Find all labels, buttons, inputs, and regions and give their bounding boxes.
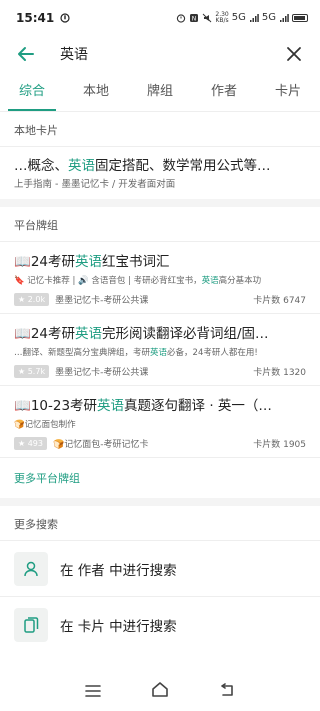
cards-icon — [24, 616, 39, 633]
alarm-icon — [177, 14, 186, 23]
clear-button[interactable] — [282, 42, 306, 66]
back-button[interactable] — [14, 42, 38, 66]
search-in-cards-row[interactable]: 在 卡片 中进行搜索 — [0, 596, 320, 652]
section-divider — [0, 199, 320, 207]
more-search-title: 更多搜索 — [14, 518, 58, 531]
local-card-title: …概念、英语固定搭配、数学常用公式等… — [14, 158, 271, 174]
star-badge: ★ 2.0k — [14, 292, 50, 306]
home-icon — [152, 682, 168, 697]
book-icon: 📖 — [14, 254, 31, 270]
tab-cards[interactable]: 卡片 — [256, 72, 320, 111]
search-in-cards-label: 在 卡片 中进行搜索 — [60, 618, 177, 635]
back-nav-button[interactable] — [219, 682, 235, 701]
recent-apps-button[interactable] — [85, 682, 101, 701]
platform-decks-section-title: 平台牌组 — [14, 219, 58, 232]
deck-card-count: 卡片数 6747 — [253, 295, 306, 306]
search-in-authors-label: 在 作者 中进行搜索 — [60, 562, 177, 579]
deck-card-count: 卡片数 1320 — [253, 367, 306, 378]
deck-item[interactable]: 📖24考研英语完形阅读翻译必背词组/固… …翻译、新题型高分宝典牌组，考研英语必… — [0, 313, 320, 385]
battery-icon — [292, 14, 308, 22]
signal-bars-icon — [249, 14, 259, 22]
close-icon — [287, 47, 301, 61]
system-nav-bar — [0, 671, 320, 711]
star-badge: ★ 493 — [14, 436, 47, 450]
search-tabs: 综合 本地 牌组 作者 卡片 — [0, 72, 320, 112]
svg-text:N: N — [192, 16, 197, 23]
status-time: 15:41 — [16, 11, 55, 25]
deck-author: 🍞记忆面包-考研记忆卡 — [52, 439, 149, 450]
app-notification-icon — [60, 13, 70, 23]
tab-local[interactable]: 本地 — [64, 72, 128, 111]
deck-title: 📖10-23考研英语真题逐句翻译 · 英一（… — [14, 398, 272, 414]
local-card-subtitle: 上手指南 - 墨墨记忆卡 / 开发者面对面 — [14, 179, 176, 190]
deck-item[interactable]: 📖24考研英语红宝书词汇 🔖 记忆卡推荐 | 🔊 含语音包 | 考研必背红宝书，… — [0, 241, 320, 313]
search-in-authors-row[interactable]: 在 作者 中进行搜索 — [0, 540, 320, 596]
local-card-item[interactable]: …概念、英语固定搭配、数学常用公式等… 上手指南 - 墨墨记忆卡 / 开发者面对… — [0, 146, 320, 199]
back-arrow-icon — [18, 47, 34, 61]
section-divider — [0, 498, 320, 506]
tab-all[interactable]: 综合 — [0, 72, 64, 111]
deck-meta: ★ 5.7k 墨墨记忆卡-考研公共课 卡片数 1320 — [14, 361, 306, 381]
search-input[interactable]: 英语 — [60, 44, 282, 64]
card-icon-box — [14, 607, 48, 642]
mute-icon — [203, 13, 212, 23]
person-icon — [24, 561, 38, 576]
deck-author: 墨墨记忆卡-考研公共课 — [55, 295, 149, 306]
signal-5g-icon: 5G — [231, 12, 246, 23]
star-badge: ★ 5.7k — [14, 364, 50, 378]
status-left: 15:41 — [16, 11, 70, 25]
deck-description: 🔖 记忆卡推荐 | 🔊 含语音包 | 考研必背红宝书，英语高分基本功 — [14, 276, 262, 286]
local-cards-section-title: 本地卡片 — [14, 124, 58, 137]
status-bar: 15:41 N 2.30 KB/s 5G 5G — [0, 0, 320, 36]
nfc-icon: N — [190, 14, 199, 23]
deck-author: 墨墨记忆卡-考研公共课 — [55, 367, 149, 378]
menu-icon — [85, 684, 101, 697]
return-icon — [221, 682, 233, 696]
deck-meta: ★ 2.0k 墨墨记忆卡-考研公共课 卡片数 6747 — [14, 289, 306, 309]
deck-description: …翻译、新题型高分宝典牌组，考研英语必备，24考研人都在用! — [14, 348, 258, 358]
tab-authors[interactable]: 作者 — [192, 72, 256, 111]
home-button[interactable] — [151, 681, 169, 701]
signal-bars-icon-2 — [280, 14, 289, 22]
more-platform-decks-link[interactable]: 更多平台牌组 — [0, 457, 320, 498]
status-right: N 2.30 KB/s 5G 5G — [176, 12, 308, 24]
book-icon: 📖 — [14, 398, 31, 414]
book-icon: 📖 — [14, 326, 31, 342]
deck-title: 📖24考研英语完形阅读翻译必背词组/固… — [14, 326, 269, 342]
deck-description: 🍞记忆面包制作 — [14, 420, 76, 430]
tab-decks[interactable]: 牌组 — [128, 72, 192, 111]
search-header: 英语 — [0, 36, 320, 72]
signal-5g-icon-2: 5G — [261, 12, 276, 23]
deck-item[interactable]: 📖10-23考研英语真题逐句翻译 · 英一（… 🍞记忆面包制作 ★ 493 🍞记… — [0, 385, 320, 457]
author-icon-box — [14, 551, 48, 586]
network-speed: 2.30 KB/s — [215, 11, 229, 24]
deck-meta: ★ 493 🍞记忆面包-考研记忆卡 卡片数 1905 — [14, 433, 306, 453]
deck-card-count: 卡片数 1905 — [253, 439, 306, 450]
deck-title: 📖24考研英语红宝书词汇 — [14, 254, 170, 270]
